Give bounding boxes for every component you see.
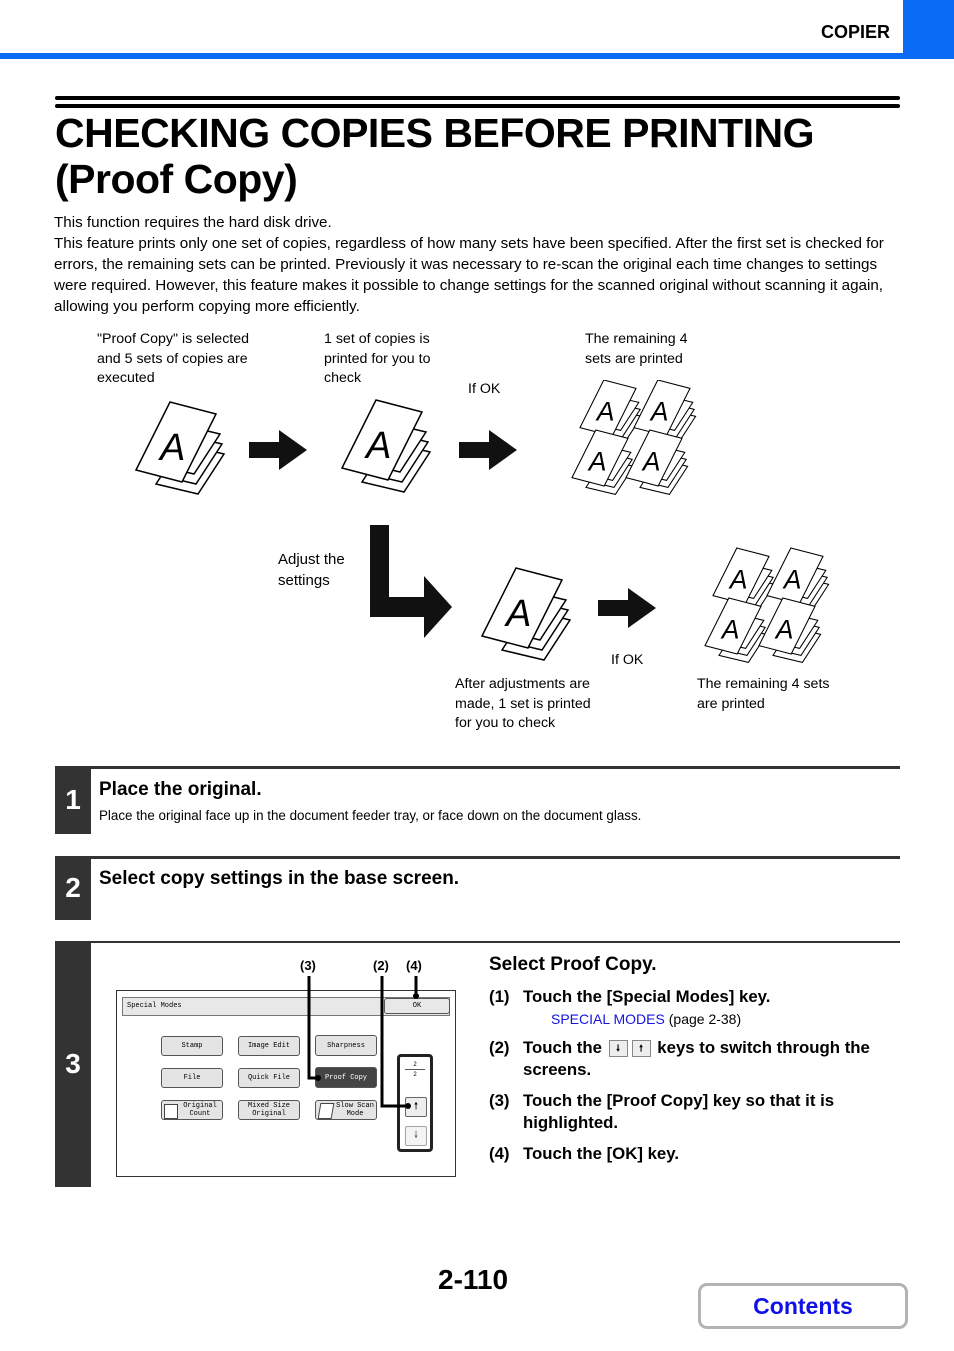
caption-after-adjust: After adjustments are made, 1 set is pri… (455, 676, 591, 731)
step-2-number: 2 (55, 856, 91, 920)
instruction-2: (2) Touch the 🠗 🠕 keys to switch through t… (489, 1037, 909, 1081)
step-3-bar (55, 941, 900, 943)
step-1-number: 1 (55, 766, 91, 834)
title-rule-top (55, 96, 900, 100)
step-1-text: Place the original face up in the docume… (99, 808, 642, 823)
page-stack-3 (481, 567, 571, 661)
page-reference: (page 2-38) (668, 1011, 742, 1027)
arrow-1 (249, 430, 307, 470)
reference-line: SPECIAL MODES (page 2-38) (551, 1011, 909, 1027)
title-line-2: (Proof Copy) (55, 156, 298, 202)
instruction-4: (4) Touch the [OK] key. (489, 1143, 909, 1165)
proof-copy-diagram: A (135, 380, 830, 663)
page-stacks-4-b (704, 547, 830, 663)
step-3-instructions: Select Proof Copy. (1) Touch the [Special… (489, 954, 909, 1174)
title-line-1: CHECKING COPIES BEFORE PRINTING (55, 110, 815, 156)
instruction-3: (3) Touch the [Proof Copy] key so that it… (489, 1090, 909, 1134)
title-rule-bottom (55, 104, 900, 108)
step-1-bar (55, 766, 900, 769)
up-key-icon: 🠕 (631, 1040, 651, 1058)
section-label: COPIER (820, 22, 890, 42)
page-stack-1 (135, 401, 225, 495)
down-key-icon: 🠗 (608, 1040, 628, 1058)
special-modes-link[interactable]: SPECIAL MODES (551, 1011, 665, 1027)
caption-remaining-2: The remaining 4 sets are printed (697, 676, 830, 712)
caption-remaining-1: The remaining 4 sets are printed (585, 331, 688, 367)
arrow-down-icon: 🠗 (413, 1130, 419, 1141)
intro-paragraph-2: This feature prints only one set of copi… (54, 235, 884, 315)
instruction-2-num: (2) (489, 1038, 510, 1057)
page-stacks-4-a (571, 380, 697, 495)
header-tab (903, 0, 954, 59)
intro-paragraph-1: This function requires the hard disk dri… (54, 214, 332, 231)
adjust-arrow (370, 525, 452, 638)
instruction-2-pre: Touch the (523, 1038, 602, 1057)
instruction-1-num: (1) (489, 987, 510, 1006)
instruction-4-text: Touch the [OK] key. (523, 1144, 680, 1163)
instruction-4-num: (4) (489, 1144, 510, 1163)
contents-button[interactable]: Contents (698, 1283, 908, 1329)
callout-3: (3) (300, 958, 316, 973)
callout-2: (2) (373, 958, 389, 973)
arrow-3 (598, 588, 656, 628)
page-stack-2 (341, 399, 431, 493)
instruction-3-num: (3) (489, 1091, 510, 1110)
step-3-title: Select Proof Copy. (489, 954, 657, 975)
instruction-3-text: Touch the [Proof Copy] key so that it is… (523, 1091, 835, 1132)
page-down-button[interactable]: 🠗 (405, 1126, 427, 1146)
step-2-bar (55, 856, 900, 859)
page-number: 2-110 (438, 1264, 509, 1295)
arrow-2 (459, 430, 517, 470)
callout-4: (4) (406, 958, 422, 973)
page-title: CHECKING COPIES BEFORE PRINTING (Proof C… (55, 110, 815, 202)
step-1-title: Place the original. (99, 779, 262, 800)
callout-lines (307, 976, 419, 1109)
instruction-1: (1) Touch the [Special Modes] key. (489, 986, 909, 1008)
step-2-title: Select copy settings in the base screen. (99, 868, 460, 889)
header-bar (0, 53, 954, 59)
instruction-1-text: Touch the [Special Modes] key. (523, 987, 771, 1006)
intro-text: This function requires the hard disk dri… (54, 212, 902, 317)
